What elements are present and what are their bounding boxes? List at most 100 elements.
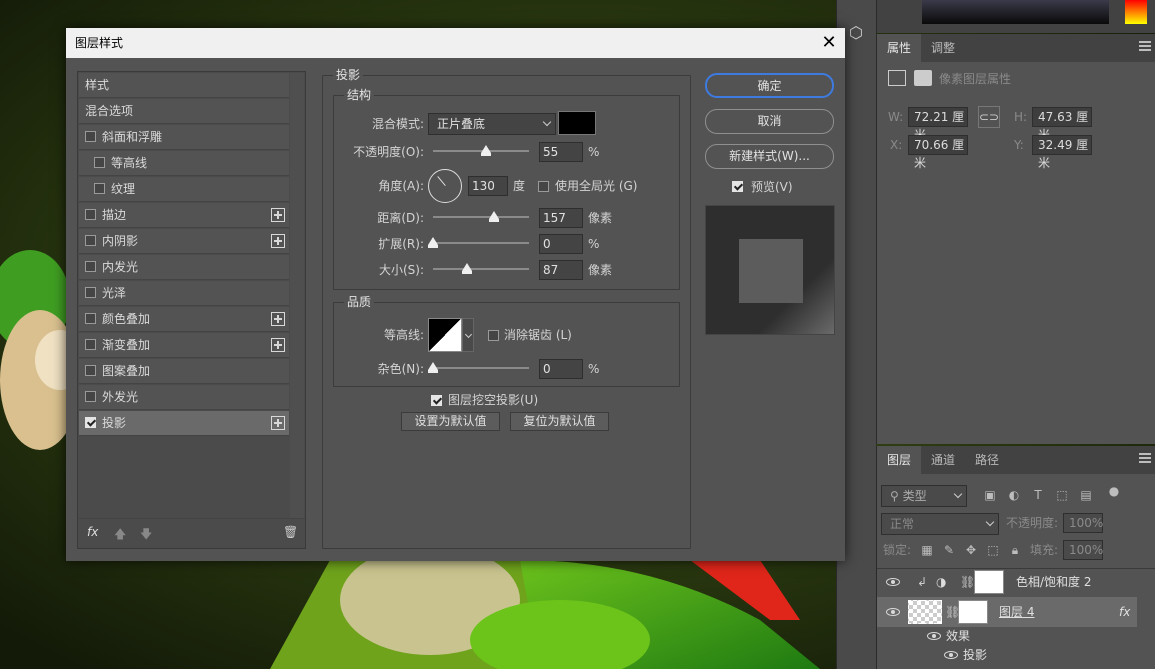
anti-alias-checkbox[interactable] — [488, 330, 499, 341]
opacity-field[interactable]: 55 — [539, 142, 583, 162]
visibility-eye-icon[interactable] — [944, 651, 958, 659]
layers-menu-icon[interactable] — [1139, 453, 1151, 463]
fx-icon[interactable]: fx — [1119, 597, 1130, 627]
cancel-button[interactable]: 取消 — [705, 109, 834, 134]
hue-slider[interactable] — [1125, 0, 1147, 24]
pixel-filter-icon[interactable]: ▣ — [983, 488, 997, 502]
style-checkbox[interactable] — [85, 287, 96, 298]
style-item[interactable]: 内阴影 — [79, 229, 289, 254]
noise-slider-thumb[interactable] — [428, 362, 438, 373]
list-scrollbar[interactable] — [290, 73, 304, 519]
new-style-button[interactable]: 新建样式(W)... — [705, 144, 834, 169]
size-field[interactable]: 87 — [539, 260, 583, 280]
lock-all-icon[interactable]: 🔒︎ — [1008, 543, 1022, 557]
spread-slider-thumb[interactable] — [428, 237, 438, 248]
distance-slider[interactable] — [433, 211, 529, 222]
preview-checkbox[interactable] — [732, 181, 743, 192]
tab-properties[interactable]: 属性 — [877, 34, 922, 62]
add-effect-icon[interactable] — [271, 312, 285, 326]
tab-layers[interactable]: 图层 — [877, 446, 922, 474]
style-item[interactable]: 图案叠加 — [79, 359, 289, 384]
height-field[interactable]: 47.63 厘米 — [1032, 107, 1092, 142]
blend-mode-select[interactable]: 正常 — [881, 513, 999, 535]
mask-icon[interactable] — [914, 70, 932, 86]
3d-cube-icon[interactable]: ⬡ — [845, 22, 867, 44]
tab-paths[interactable]: 路径 — [965, 446, 1009, 474]
blending-options[interactable]: 混合选项 — [79, 99, 289, 124]
style-item[interactable]: 内发光 — [79, 255, 289, 280]
shadow-blend-mode-select[interactable]: 正片叠底 — [428, 113, 556, 135]
reset-default-button[interactable]: 复位为默认值 — [510, 412, 609, 431]
style-checkbox[interactable] — [85, 391, 96, 402]
style-item[interactable]: 等高线 — [79, 151, 289, 176]
style-checkbox[interactable] — [85, 365, 96, 376]
layer-mask-thumb[interactable] — [958, 600, 988, 624]
visibility-eye-icon[interactable] — [927, 632, 941, 640]
make-default-button[interactable]: 设置为默认值 — [401, 412, 500, 431]
link-icon[interactable]: ⊂⊃ — [978, 106, 1000, 128]
angle-field[interactable]: 130 — [468, 176, 508, 196]
add-effect-icon[interactable] — [271, 416, 285, 430]
style-checkbox[interactable] — [85, 417, 96, 428]
knockout-checkbox[interactable] — [431, 395, 442, 406]
layer-row-4[interactable]: ⛓︎ 图层 4 fx — [877, 597, 1137, 627]
filter-toggle-icon[interactable]: ● — [1107, 484, 1121, 498]
styles-header[interactable]: 样式 — [79, 73, 289, 98]
ok-button[interactable]: 确定 — [705, 73, 834, 98]
color-field[interactable] — [922, 0, 1109, 24]
style-item[interactable]: 外发光 — [79, 385, 289, 410]
spread-slider[interactable] — [428, 237, 529, 248]
smart-object-filter-icon[interactable]: ▤ — [1079, 488, 1093, 502]
fx-icon[interactable]: fx — [87, 525, 98, 539]
style-checkbox[interactable] — [85, 339, 96, 350]
type-filter-icon[interactable]: T — [1031, 488, 1045, 502]
layer-filter-select[interactable]: ⚲ 类型 — [881, 485, 967, 507]
opacity-slider[interactable] — [433, 145, 529, 156]
style-checkbox[interactable] — [94, 183, 105, 194]
distance-field[interactable]: 157 — [539, 208, 583, 228]
contour-picker[interactable] — [428, 318, 462, 352]
lock-move-icon[interactable]: ✥ — [964, 543, 978, 557]
effect-drop-shadow-row[interactable]: 投影 — [877, 645, 1137, 665]
tab-channels[interactable]: 通道 — [921, 446, 965, 474]
contour-dropdown[interactable] — [462, 318, 474, 352]
add-effect-icon[interactable] — [271, 338, 285, 352]
opacity-slider-thumb[interactable] — [480, 145, 491, 156]
noise-field[interactable]: 0 — [539, 359, 583, 379]
style-item[interactable]: 纹理 — [79, 177, 289, 202]
trash-icon[interactable]: 🗑︎ — [283, 525, 298, 539]
style-checkbox[interactable] — [85, 209, 96, 220]
style-checkbox[interactable] — [85, 261, 96, 272]
adjustment-filter-icon[interactable]: ◐ — [1007, 488, 1021, 502]
size-slider[interactable] — [433, 263, 529, 274]
add-effect-icon[interactable] — [271, 208, 285, 222]
style-item[interactable]: 投影 — [79, 411, 289, 436]
x-field[interactable]: 70.66 厘米 — [908, 135, 968, 170]
add-effect-icon[interactable] — [271, 234, 285, 248]
style-item[interactable]: 渐变叠加 — [79, 333, 289, 358]
style-item[interactable]: 描边 — [79, 203, 289, 228]
layer-mask-thumb[interactable] — [974, 570, 1004, 594]
style-checkbox[interactable] — [85, 235, 96, 246]
effects-row[interactable]: 效果 — [877, 626, 1137, 646]
y-field[interactable]: 32.49 厘米 — [1032, 135, 1092, 170]
layer-opacity-field[interactable]: 100% — [1063, 513, 1103, 533]
global-light-checkbox[interactable] — [538, 181, 549, 192]
lock-artboard-icon[interactable]: ⬚ — [986, 543, 1000, 557]
style-item[interactable]: 光泽 — [79, 281, 289, 306]
move-down-icon[interactable]: 🡇 — [140, 525, 152, 546]
distance-slider-thumb[interactable] — [489, 211, 500, 222]
fill-field[interactable]: 100% — [1063, 540, 1103, 560]
noise-slider[interactable] — [428, 362, 529, 373]
style-checkbox[interactable] — [85, 131, 96, 142]
tab-adjust[interactable]: 调整 — [921, 34, 965, 62]
style-item[interactable]: 斜面和浮雕 — [79, 125, 289, 150]
shadow-color-swatch[interactable] — [558, 111, 596, 135]
panel-menu-icon[interactable] — [1139, 41, 1151, 51]
shape-filter-icon[interactable]: ⬚ — [1055, 488, 1069, 502]
lock-transparent-icon[interactable]: ▦ — [920, 543, 934, 557]
size-slider-thumb[interactable] — [461, 263, 472, 274]
close-icon[interactable]: ✕ — [821, 34, 837, 52]
style-item[interactable]: 颜色叠加 — [79, 307, 289, 332]
layer-thumbnail[interactable] — [908, 600, 942, 624]
